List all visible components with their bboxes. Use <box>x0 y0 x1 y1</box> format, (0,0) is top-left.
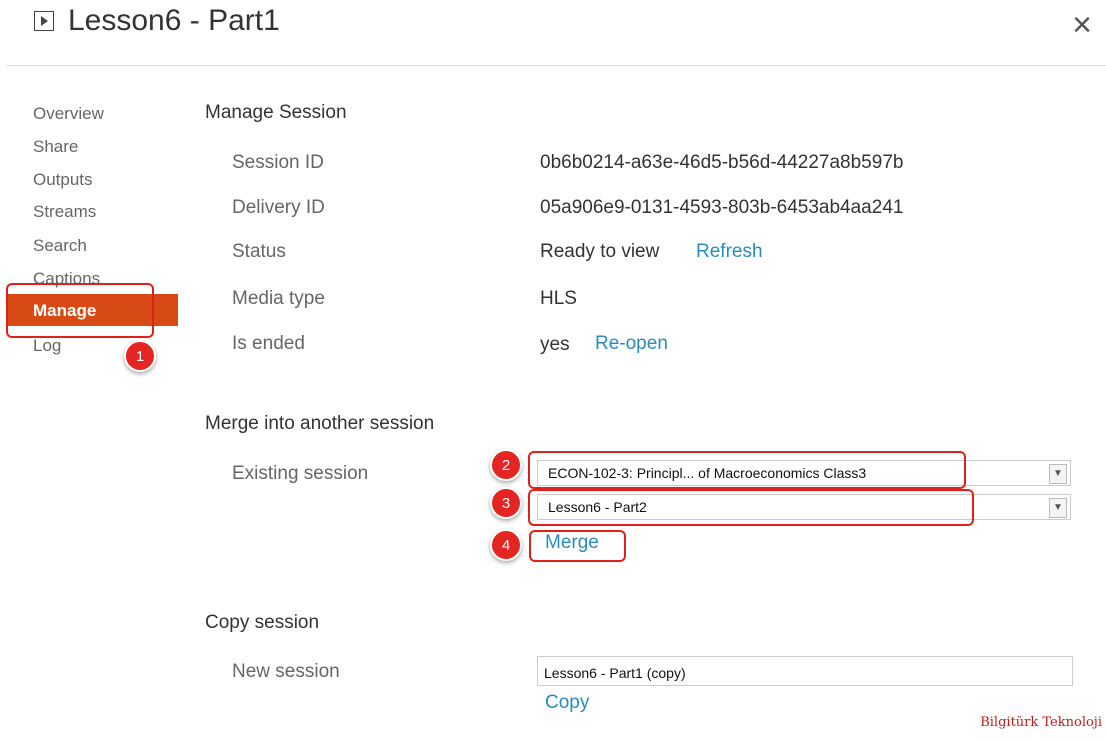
session-id-value: 0b6b0214-a63e-46d5-b56d-44227a8b597b <box>540 152 904 173</box>
chevron-down-icon[interactable]: ▼ <box>1049 498 1067 518</box>
watermark: Bilgitürk Teknoloji <box>980 715 1102 730</box>
sidebar-item-search[interactable]: Search <box>33 236 87 256</box>
callout-badge-1: 1 <box>124 340 156 372</box>
callout-box-session-select <box>528 489 974 526</box>
existing-session-label: Existing session <box>232 463 369 484</box>
copy-section-title: Copy session <box>205 612 320 633</box>
is-ended-label: Is ended <box>232 333 305 354</box>
header: Lesson6 - Part1 <box>34 4 280 38</box>
header-divider <box>6 65 1106 66</box>
chevron-down-icon[interactable]: ▼ <box>1049 464 1067 484</box>
sidebar-item-share[interactable]: Share <box>33 137 78 157</box>
new-session-label: New session <box>232 661 340 682</box>
merge-section-title: Merge into another session <box>205 413 435 434</box>
reopen-link[interactable]: Re-open <box>595 333 668 355</box>
callout-box-merge <box>529 530 626 562</box>
callout-box-folder-select <box>528 451 966 489</box>
delivery-id-value: 05a906e9-0131-4593-803b-6453ab4aa241 <box>540 197 904 218</box>
copy-link[interactable]: Copy <box>545 692 589 714</box>
is-ended-value: yes <box>540 334 570 355</box>
sidebar-item-overview[interactable]: Overview <box>33 104 104 124</box>
manage-session-title: Manage Session <box>205 102 347 123</box>
status-value: Ready to view <box>540 241 660 262</box>
sidebar-item-outputs[interactable]: Outputs <box>33 170 93 190</box>
delivery-id-label: Delivery ID <box>232 197 325 218</box>
callout-badge-2: 2 <box>490 449 522 481</box>
close-button[interactable]: × <box>1072 8 1092 42</box>
sidebar-item-log[interactable]: Log <box>33 336 61 356</box>
callout-box-manage <box>6 283 154 338</box>
callout-badge-3: 3 <box>490 487 522 519</box>
new-session-input[interactable]: Lesson6 - Part1 (copy) <box>537 656 1073 686</box>
sidebar-item-streams[interactable]: Streams <box>33 202 96 222</box>
session-id-label: Session ID <box>232 152 324 173</box>
media-type-label: Media type <box>232 288 325 309</box>
media-type-value: HLS <box>540 288 577 309</box>
callout-badge-4: 4 <box>490 529 522 561</box>
status-label: Status <box>232 241 286 262</box>
refresh-link[interactable]: Refresh <box>696 241 763 263</box>
page-title: Lesson6 - Part1 <box>68 4 280 37</box>
play-icon <box>34 11 54 31</box>
